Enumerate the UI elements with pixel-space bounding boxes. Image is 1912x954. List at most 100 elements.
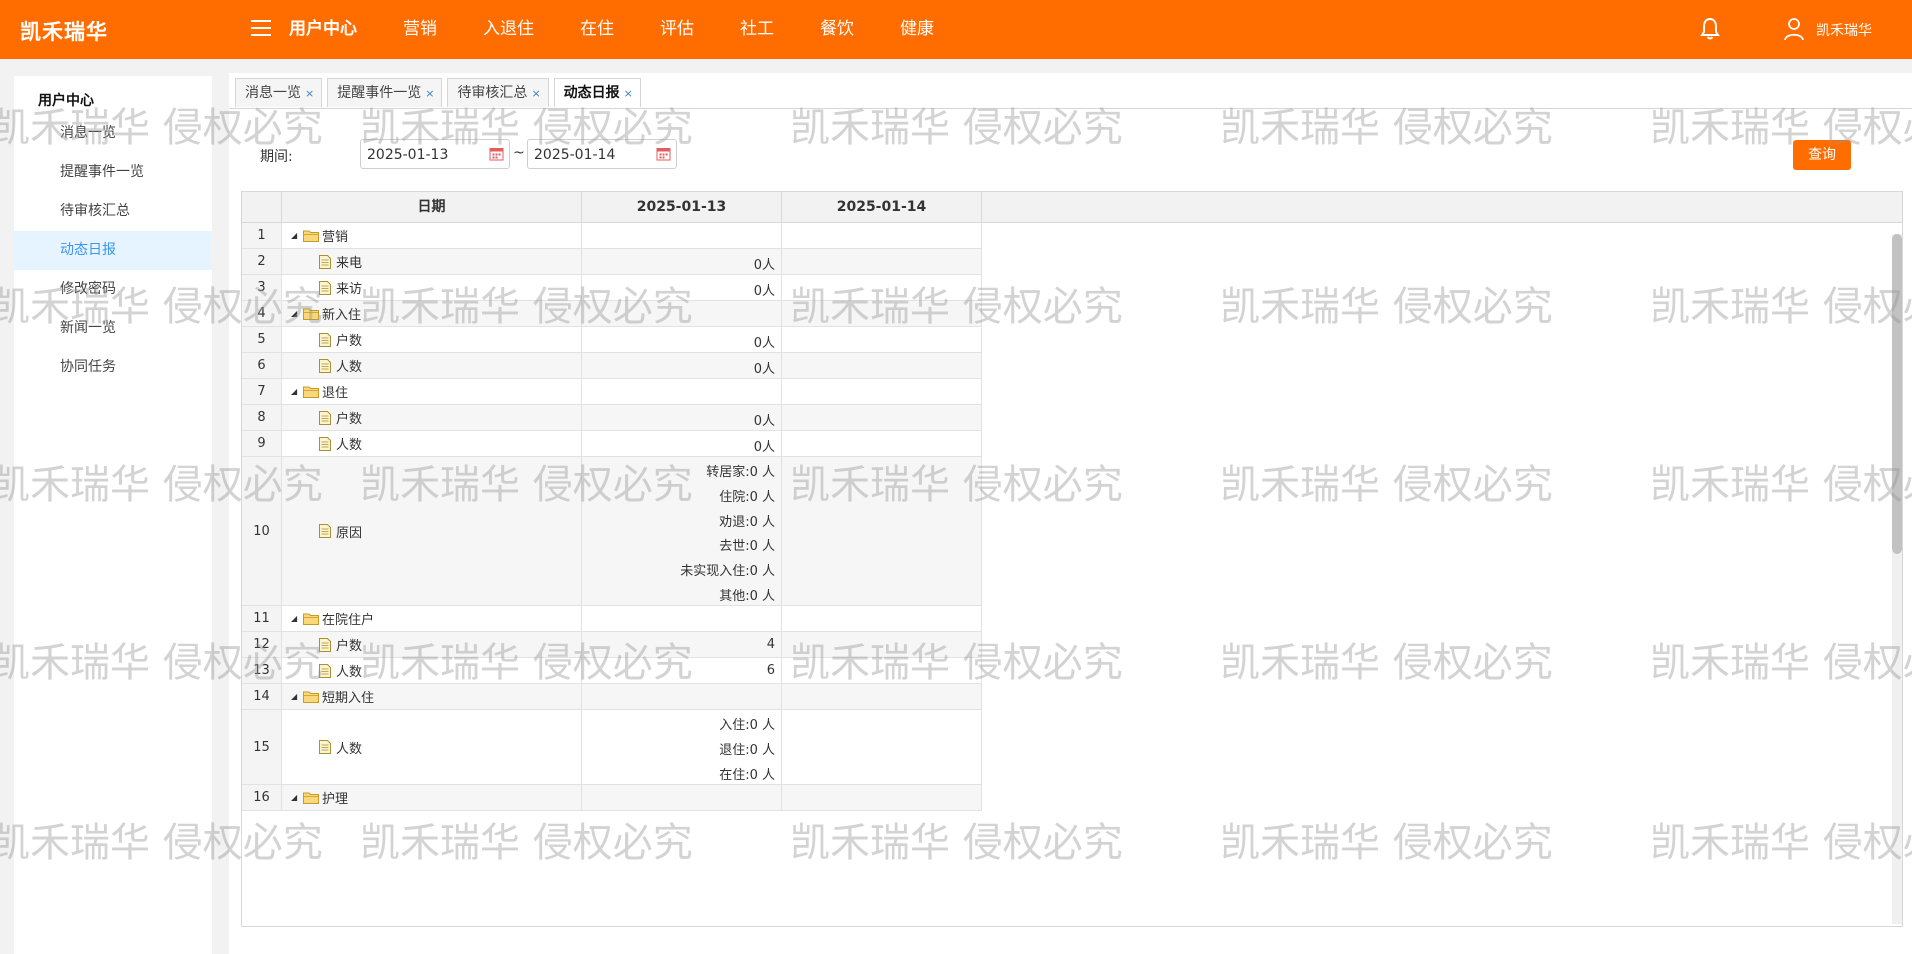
column-header[interactable]: 日期 [282, 192, 582, 222]
table-row[interactable]: 5 户数 0人 [242, 327, 982, 353]
expand-toggle-icon[interactable]: ◢ [291, 231, 303, 240]
row-label: 人数 [336, 665, 363, 680]
file-icon [319, 740, 331, 754]
folder-icon [303, 690, 319, 703]
value-cell [782, 710, 982, 784]
table-row[interactable]: 8 户数 0人 [242, 405, 982, 431]
value-cell [782, 327, 982, 352]
sidebar-item[interactable]: 动态日报 [14, 231, 212, 270]
nav-item[interactable]: 在住 [580, 0, 614, 59]
table-row[interactable]: 3 来访 0人 [242, 275, 982, 301]
close-icon[interactable]: × [305, 87, 314, 100]
close-icon[interactable]: × [425, 87, 434, 100]
tab-bar: 消息一览 × 提醒事件一览 × 待审核汇总 × 动态日报 × [235, 78, 646, 108]
hamburger-menu-icon[interactable] [251, 20, 271, 36]
folder-icon [303, 791, 319, 804]
date-separator: ~ [513, 145, 525, 161]
sidebar-item[interactable]: 提醒事件一览 [14, 153, 212, 192]
period-label: 期间: [260, 149, 293, 165]
expand-toggle-icon[interactable]: ◢ [291, 692, 303, 701]
sidebar-item[interactable]: 修改密码 [14, 270, 212, 309]
table-row[interactable]: 13 人数 6 [242, 658, 982, 684]
value-text: 0人 [753, 257, 775, 273]
grid-header: 日期 2025-01-13 2025-01-14 [242, 192, 1902, 223]
search-button[interactable]: 查询 [1793, 140, 1851, 170]
row-number: 16 [242, 785, 282, 810]
value-text: 0人 [753, 439, 775, 455]
column-header[interactable]: 2025-01-14 [782, 192, 982, 222]
value-cell: 6 [582, 658, 782, 683]
close-icon[interactable]: × [531, 87, 540, 100]
end-date-field[interactable] [527, 139, 677, 169]
table-row[interactable]: 9 人数 0人 [242, 431, 982, 457]
sidebar-item[interactable]: 待审核汇总 [14, 192, 212, 231]
nav-item[interactable]: 营销 [403, 0, 437, 59]
start-date-field[interactable] [360, 139, 510, 169]
folder-icon [303, 307, 319, 320]
start-date-input[interactable] [365, 145, 487, 165]
group-row[interactable]: 14 ◢ 短期入住 [242, 684, 982, 710]
table-row[interactable]: 6 人数 0人 [242, 353, 982, 379]
value-cell [782, 405, 982, 430]
user-icon [1784, 18, 1804, 41]
group-row[interactable]: 16 ◢ 护理 [242, 785, 982, 811]
table-row[interactable]: 15 人数 入住:0 人退住:0 人在住:0 人 [242, 710, 982, 785]
main-content: 消息一览×提醒事件一览×待审核汇总×动态日报× 期间: ~ 查询 [229, 73, 1912, 954]
value-cell [782, 658, 982, 683]
row-label-cell: ◢ 新入住 [282, 301, 582, 326]
value-text: 其他:0 人 [719, 589, 775, 605]
row-number-header [242, 192, 282, 222]
tab[interactable]: 待审核汇总 × [447, 78, 549, 107]
tab-label: 动态日报 [563, 85, 620, 101]
nav-item[interactable]: 餐饮 [820, 0, 854, 59]
tab[interactable]: 动态日报 × [553, 78, 641, 107]
column-header[interactable]: 2025-01-13 [582, 192, 782, 222]
tab-label: 消息一览 [245, 85, 301, 101]
row-label-cell: 户数 [282, 405, 582, 430]
report-grid: 日期 2025-01-13 2025-01-14 1 ◢ 营销 2 来电 0人 3 来访 0人 4… [241, 191, 1903, 927]
row-label: 退住 [322, 386, 349, 401]
bell-icon[interactable] [1699, 16, 1721, 42]
username[interactable]: 凯禾瑞华 [1816, 20, 1872, 40]
row-number: 8 [242, 405, 282, 430]
group-row[interactable]: 11 ◢ 在院住户 [242, 606, 982, 632]
calendar-icon[interactable] [656, 146, 671, 161]
sidebar-item[interactable]: 新闻一览 [14, 309, 212, 348]
nav-item[interactable]: 入退住 [483, 0, 534, 59]
row-label: 人数 [336, 360, 363, 375]
sidebar-title: 用户中心 [38, 93, 94, 109]
row-number: 2 [242, 249, 282, 274]
expand-toggle-icon[interactable]: ◢ [291, 309, 303, 318]
scrollbar-thumb[interactable] [1892, 234, 1902, 554]
calendar-icon[interactable] [489, 146, 504, 161]
nav-item[interactable]: 评估 [660, 0, 694, 59]
tab[interactable]: 消息一览 × [235, 78, 323, 107]
value-cell [782, 785, 982, 810]
value-cell: 转居家:0 人住院:0 人劝退:0 人去世:0 人未实现入住:0 人其他:0 人 [582, 457, 782, 605]
group-row[interactable]: 4 ◢ 新入住 [242, 301, 982, 327]
close-icon[interactable]: × [624, 87, 633, 100]
table-row[interactable]: 12 户数 4 [242, 632, 982, 658]
value-cell [782, 431, 982, 456]
grid-body: 1 ◢ 营销 2 来电 0人 3 来访 0人 4 ◢ 新入住 5 户数 0人 6 人数 0人 7 ◢ 退住 8 户数 0人 9 人… [242, 223, 982, 926]
expand-toggle-icon[interactable]: ◢ [291, 387, 303, 396]
sidebar: 用户中心 消息一览 提醒事件一览 待审核汇总 动态日报 修改密码 新闻一览 协同任务 [14, 76, 212, 954]
nav-item[interactable]: 健康 [900, 0, 934, 59]
sidebar-item[interactable]: 消息一览 [14, 114, 212, 153]
expand-toggle-icon[interactable]: ◢ [291, 793, 303, 802]
value-cell [582, 379, 782, 404]
row-label-cell: ◢ 护理 [282, 785, 582, 810]
value-text: 0人 [753, 413, 775, 429]
end-date-input[interactable] [532, 145, 654, 165]
tab[interactable]: 提醒事件一览 × [327, 78, 443, 107]
group-row[interactable]: 1 ◢ 营销 [242, 223, 982, 249]
row-label: 人数 [336, 438, 363, 453]
sidebar-item[interactable]: 协同任务 [14, 348, 212, 387]
nav-item[interactable]: 社工 [740, 0, 774, 59]
tab-divider [229, 108, 1912, 109]
expand-toggle-icon[interactable]: ◢ [291, 614, 303, 623]
group-row[interactable]: 7 ◢ 退住 [242, 379, 982, 405]
table-row[interactable]: 2 来电 0人 [242, 249, 982, 275]
table-row[interactable]: 10 原因 转居家:0 人住院:0 人劝退:0 人去世:0 人未实现入住:0 人其他… [242, 457, 982, 606]
nav-item[interactable]: 用户中心 [289, 0, 357, 59]
